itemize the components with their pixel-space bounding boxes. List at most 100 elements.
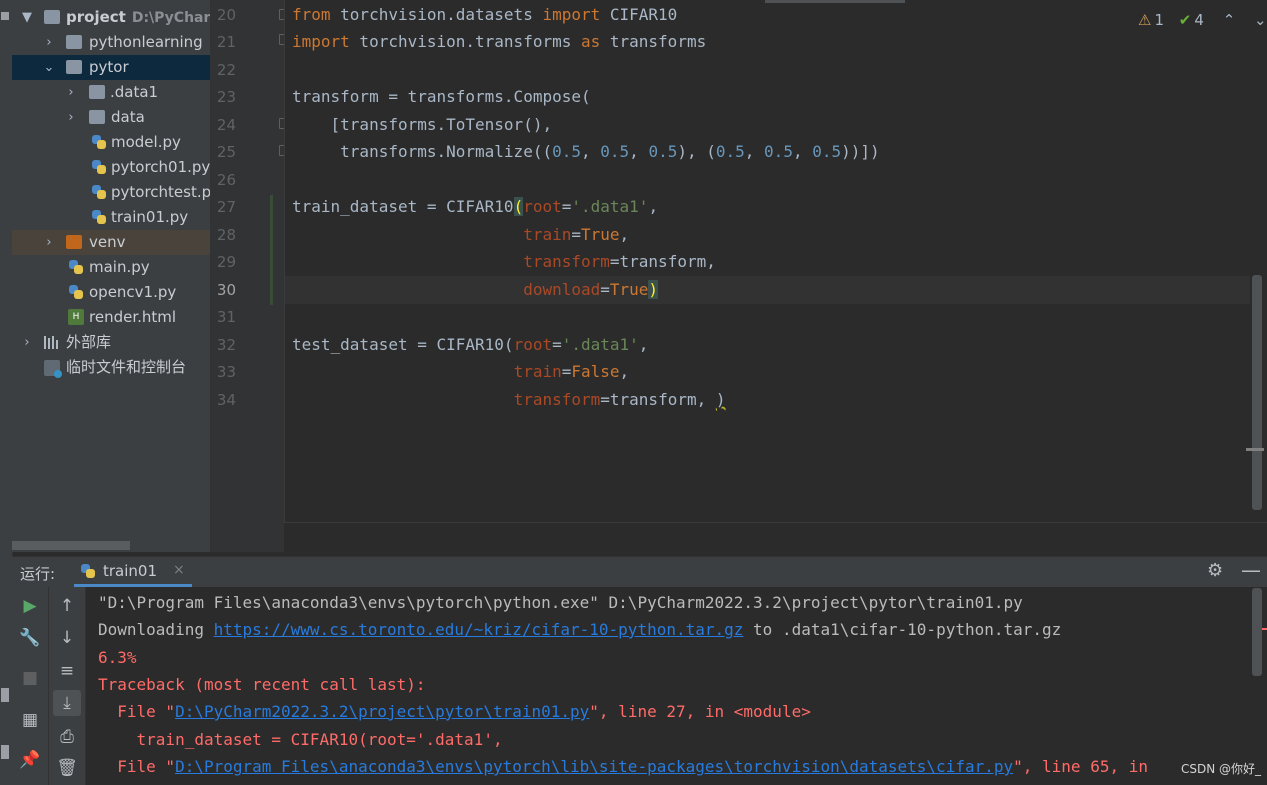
- chevron-right-icon[interactable]: ›: [20, 330, 34, 355]
- code-line-30: download=True): [292, 276, 659, 304]
- code-token: import: [542, 5, 601, 24]
- download-url-link[interactable]: https://www.cs.toronto.edu/~kriz/cifar-1…: [214, 620, 744, 639]
- file-link[interactable]: D:\Program Files\anaconda3\envs\pytorch\…: [175, 757, 1013, 776]
- tree-item-render-html[interactable]: H render.html: [12, 305, 210, 330]
- soft-wrap-icon[interactable]: ≡: [53, 658, 81, 684]
- tree-item-venv[interactable]: › venv: [12, 230, 210, 255]
- code-token: transforms.Normalize((: [292, 142, 553, 161]
- code-token: ,: [792, 142, 813, 161]
- tree-item-pytorch01-py[interactable]: pytorch01.py: [12, 155, 210, 180]
- run-toolbar-secondary: ↑ ↓ ≡ ⤓ ⎙ 🗑: [49, 587, 86, 785]
- code-token: 0.5: [600, 142, 630, 161]
- tree-item-label: .data1: [110, 83, 159, 101]
- console-line-file2: File "D:\Program Files\anaconda3\envs\py…: [98, 753, 1148, 780]
- tree-item-pytorchtest-py[interactable]: pytorchtest.p: [12, 180, 210, 205]
- tree-item-external-libraries[interactable]: › 外部库: [12, 330, 210, 355]
- code-line-33: train=False,: [292, 358, 630, 386]
- code-line-32: test_dataset = CIFAR10(root='.data1',: [292, 331, 648, 359]
- python-file-icon: [68, 284, 84, 300]
- project-tree: ▼ project D:\PyCharm › pythonlearning ⌄ p…: [12, 0, 210, 552]
- console-text: ", line 65, in: [1013, 757, 1148, 776]
- code-token: 0.5: [552, 142, 581, 161]
- line-number: 32: [216, 336, 236, 354]
- code-token: 0.5: [715, 142, 745, 161]
- line-number: 33: [216, 363, 236, 381]
- code-token: 0.5: [812, 142, 842, 161]
- stop-button[interactable]: ■: [16, 665, 44, 691]
- scroll-to-end-icon[interactable]: ⤓: [53, 690, 81, 716]
- code-token: 0.5: [764, 142, 793, 161]
- line-number-current: 30: [216, 281, 236, 299]
- code-token: train: [523, 225, 572, 244]
- tree-item-model-py[interactable]: model.py: [12, 130, 210, 155]
- tree-root[interactable]: ▼ project D:\PyCharm: [12, 5, 210, 30]
- tree-item-main-py[interactable]: main.py: [12, 255, 210, 280]
- console-line-file1: File "D:\PyCharm2022.3.2\project\pytor\t…: [98, 698, 811, 725]
- tree-item-scratches[interactable]: 临时文件和控制台: [12, 355, 210, 380]
- tree-item-label: pytorchtest.p: [111, 183, 210, 201]
- gear-icon[interactable]: ⚙: [1207, 560, 1223, 581]
- tree-item-label: pytorch01.py: [111, 158, 210, 176]
- tree-item-pytor[interactable]: ⌄ pytor: [12, 55, 210, 80]
- chevron-right-icon[interactable]: ›: [64, 80, 78, 105]
- print-icon[interactable]: ⎙: [53, 724, 81, 750]
- close-icon[interactable]: ×: [173, 562, 185, 578]
- line-number: 28: [216, 226, 236, 244]
- code-line-34: transform=transform, ): [292, 386, 726, 414]
- code-token: download: [523, 280, 601, 299]
- run-tab-train01[interactable]: train01 ×: [74, 557, 192, 587]
- code-token: transform: [513, 390, 601, 409]
- tree-item-data[interactable]: › data: [12, 105, 210, 130]
- console-text: File ": [98, 757, 176, 776]
- chevron-right-icon[interactable]: ›: [64, 105, 78, 130]
- console-text: ", line 27, in <module>: [589, 702, 811, 721]
- scroll-up-icon[interactable]: ↑: [53, 593, 81, 619]
- console-line-command: "D:\Program Files\anaconda3\envs\pytorch…: [98, 593, 1023, 612]
- editor-horizontal-scrollbar[interactable]: [765, 0, 905, 3]
- run-console[interactable]: "D:\Program Files\anaconda3\envs\pytorch…: [86, 587, 1250, 785]
- code-token: transform: [523, 252, 610, 271]
- tree-item-label: data: [111, 108, 145, 126]
- scratches-icon: [44, 360, 62, 378]
- layout-icon[interactable]: ▦: [16, 707, 44, 733]
- tree-item-data1[interactable]: › .data1: [12, 80, 210, 105]
- code-token: import: [292, 32, 350, 51]
- code-token: ))]): [841, 142, 880, 161]
- matched-bracket: ): [648, 280, 659, 299]
- chevron-down-icon[interactable]: ⌄: [1254, 8, 1267, 32]
- scroll-down-icon[interactable]: ↓: [53, 625, 81, 651]
- chevron-down-icon[interactable]: ▼: [20, 5, 34, 30]
- minimize-icon[interactable]: —: [1241, 558, 1261, 582]
- chevron-right-icon[interactable]: ›: [42, 230, 56, 255]
- file-link[interactable]: D:\PyCharm2022.3.2\project\pytor\train01…: [175, 702, 589, 721]
- line-number: 34: [216, 391, 236, 409]
- tree-horizontal-scrollbar[interactable]: [12, 541, 130, 550]
- tree-item-label: opencv1.py: [89, 283, 177, 301]
- trash-icon[interactable]: 🗑: [53, 755, 81, 781]
- project-tool-icon[interactable]: [1, 12, 9, 20]
- chevron-up-icon[interactable]: ⌃: [1223, 8, 1236, 32]
- tree-item-train01-py[interactable]: train01.py: [12, 205, 210, 230]
- console-vertical-scrollbar[interactable]: [1252, 588, 1262, 676]
- wrench-icon[interactable]: 🔧: [16, 625, 44, 651]
- code-line-25: transforms.Normalize((0.5, 0.5, 0.5), (0…: [292, 138, 880, 166]
- inspections-widget[interactable]: ⚠ 1 ✔ 4 ⌃ ⌄: [1138, 8, 1267, 32]
- chevron-right-icon[interactable]: ›: [42, 30, 56, 55]
- python-file-icon: [91, 159, 107, 175]
- structure-tool-icon[interactable]: [1, 688, 9, 702]
- editor-vertical-scrollbar[interactable]: [1252, 275, 1262, 510]
- vcs-change-marker[interactable]: [270, 195, 273, 305]
- tree-item-opencv1-py[interactable]: opencv1.py: [12, 280, 210, 305]
- bookmarks-tool-icon[interactable]: [1, 745, 9, 759]
- code-token: [transforms.ToTensor(),: [292, 115, 553, 134]
- weak-warning-count: 4: [1194, 11, 1204, 29]
- code-token: train: [513, 362, 562, 381]
- code-token: '.data1': [571, 197, 649, 216]
- code-token: =: [561, 197, 572, 216]
- run-tab-label: train01: [103, 562, 158, 580]
- tree-item-pythonlearning[interactable]: › pythonlearning: [12, 30, 210, 55]
- pin-icon[interactable]: 📌: [16, 747, 44, 773]
- code-token: from: [292, 5, 331, 24]
- rerun-button[interactable]: ▶: [16, 593, 44, 619]
- chevron-down-icon[interactable]: ⌄: [42, 55, 56, 80]
